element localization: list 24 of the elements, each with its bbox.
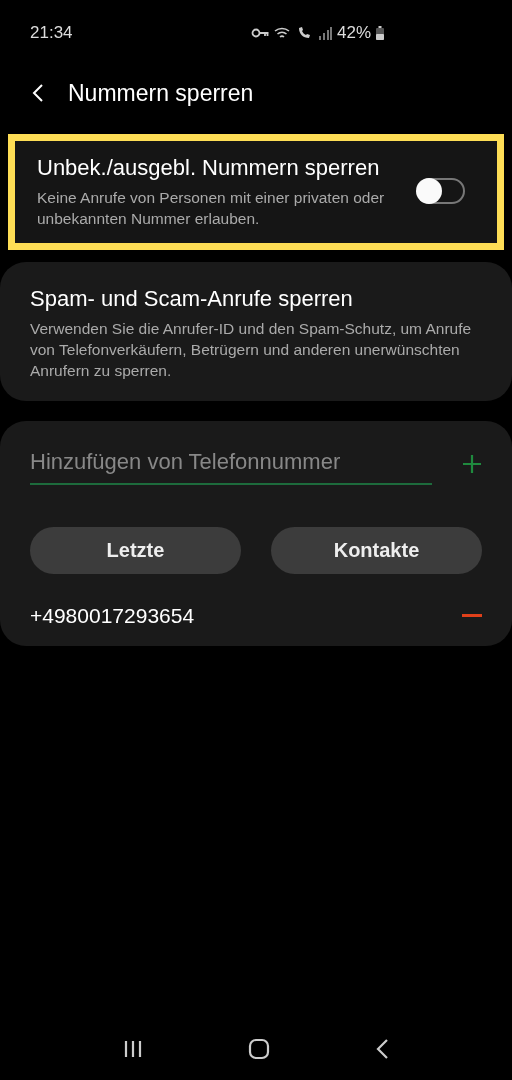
setting-card[interactable]: Unbek./ausgebl. Nummern sperren Keine Anrufe von Personen mit einer privaten oder unbekannten Nummer erlauben. bbox=[8, 134, 504, 250]
toggle-switch[interactable] bbox=[417, 178, 465, 204]
setting-description: Verwenden Sie die Anrufer-ID und den Spam-Schutz, um Anrufe von Telefonverkäufern, Betrügern und anderen unerwünschten Anrufern zu sperren. bbox=[30, 319, 473, 381]
phone-number-field[interactable]: Hinzufügen von Telefonnummer bbox=[30, 443, 432, 485]
battery-icon bbox=[376, 26, 384, 40]
blocked-number: +4980017293654 bbox=[30, 604, 195, 628]
battery-percent: 42% bbox=[336, 23, 371, 43]
pill-button[interactable]: Letzte bbox=[30, 527, 241, 574]
setting-title: Unbek./ausgebl. Nummern sperren bbox=[37, 154, 381, 182]
plus-icon[interactable] bbox=[462, 454, 482, 474]
pill-button[interactable]: Kontakte bbox=[271, 527, 482, 574]
back-icon[interactable] bbox=[375, 1038, 390, 1060]
setting-title: Spam- und Scam-Anrufe sperren bbox=[30, 285, 354, 313]
setting-description: Keine Anrufe von Personen mit einer privaten oder unbekannten Nummer erlauben. bbox=[37, 188, 386, 229]
call-icon bbox=[296, 26, 313, 40]
wifi-icon bbox=[273, 26, 292, 40]
key-icon bbox=[250, 28, 269, 38]
page-title: Nummern sperren bbox=[68, 79, 254, 107]
recents-icon[interactable] bbox=[122, 1040, 143, 1058]
home-icon[interactable] bbox=[248, 1038, 270, 1060]
signal-icon bbox=[317, 26, 332, 40]
status-time: 21:34 bbox=[30, 23, 73, 43]
minus-icon[interactable] bbox=[462, 614, 482, 618]
setting-card[interactable]: Spam- und Scam-Anrufe sperren Verwenden Sie die Anrufer-ID und den Spam-Schutz, um Anrufe von Telefonverkäufern, Betrügern und anderen unerwünschten Anrufern zu sperren. bbox=[0, 262, 512, 401]
